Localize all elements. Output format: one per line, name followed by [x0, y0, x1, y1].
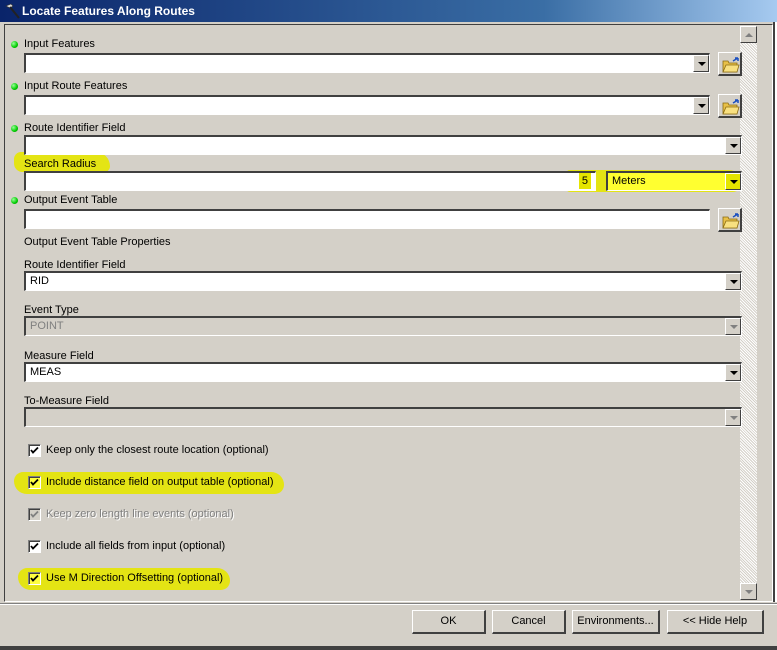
chevron-down-icon: [730, 371, 738, 375]
output-event-table-input[interactable]: [24, 209, 710, 229]
input-features-label: Input Features: [24, 38, 95, 50]
checkmark-icon: [30, 510, 39, 518]
search-radius-unit-dropdown-button[interactable]: [725, 173, 741, 190]
measure-field-combobox[interactable]: MEAS: [24, 362, 742, 382]
required-indicator: [11, 83, 18, 90]
window-title: Locate Features Along Routes: [22, 4, 195, 18]
hammer-icon: [5, 3, 20, 19]
search-radius-unit-select[interactable]: Meters: [606, 171, 742, 191]
checkbox[interactable]: [28, 508, 41, 521]
checkmark-icon: [30, 574, 39, 582]
measure-field-dropdown-button[interactable]: [725, 364, 741, 381]
hide-help-button[interactable]: << Hide Help: [667, 610, 764, 634]
event-type-dropdown-button[interactable]: [725, 318, 741, 335]
props-route-id-combobox[interactable]: RID: [24, 271, 742, 291]
title-bar: Locate Features Along Routes: [0, 0, 777, 22]
to-measure-field-combobox[interactable]: [24, 407, 742, 427]
chevron-down-icon: [698, 104, 706, 108]
open-folder-icon: [722, 213, 740, 229]
checkbox[interactable]: [28, 476, 41, 489]
event-type-value: POINT: [30, 320, 64, 332]
chevron-down-icon: [730, 416, 738, 420]
checkbox[interactable]: [28, 572, 41, 585]
option-label: Keep zero length line events (optional): [46, 508, 234, 520]
event-type-label: Event Type: [24, 304, 79, 316]
scroll-up-button[interactable]: [740, 26, 757, 43]
open-folder-icon: [722, 57, 740, 73]
option-label: Include distance field on output table (…: [46, 476, 274, 488]
checkbox[interactable]: [28, 540, 41, 553]
chevron-down-icon: [730, 325, 738, 329]
output-event-table-browse-button[interactable]: [718, 208, 742, 232]
chevron-down-icon: [730, 280, 738, 284]
route-identifier-field-label: Route Identifier Field: [24, 122, 126, 134]
environments-button[interactable]: Environments...: [572, 610, 660, 634]
search-radius-value: 5: [578, 173, 591, 189]
search-radius-label: Search Radius: [24, 158, 97, 170]
search-radius-unit-value: Meters: [612, 175, 646, 187]
cancel-button[interactable]: Cancel: [492, 610, 566, 634]
input-route-features-combobox[interactable]: [24, 95, 710, 115]
measure-field-value: MEAS: [30, 366, 62, 378]
checkmark-icon: [30, 478, 39, 486]
required-indicator: [11, 41, 18, 48]
search-radius-input[interactable]: 5: [24, 171, 596, 191]
output-event-table-label: Output Event Table: [24, 194, 118, 206]
window-bottom-border: [0, 646, 777, 650]
help-panel-edge: [773, 22, 777, 602]
option-label: Include all fields from input (optional): [46, 540, 226, 552]
input-features-browse-button[interactable]: [718, 52, 742, 76]
footer-separator: [0, 603, 777, 605]
checkmark-icon: [30, 542, 39, 550]
chevron-down-icon: [730, 180, 738, 184]
input-features-dropdown-button[interactable]: [693, 55, 709, 72]
input-route-features-browse-button[interactable]: [718, 94, 742, 118]
arrow-up-icon: [745, 33, 753, 37]
ok-button[interactable]: OK: [412, 610, 486, 634]
arrow-down-icon: [745, 590, 753, 594]
route-identifier-field-dropdown-button[interactable]: [725, 137, 741, 154]
option-label: Keep only the closest route location (op…: [46, 444, 269, 456]
input-route-features-dropdown-button[interactable]: [693, 97, 709, 114]
props-route-id-value: RID: [30, 275, 49, 287]
event-type-combobox[interactable]: POINT: [24, 316, 742, 336]
required-indicator: [11, 125, 18, 132]
measure-field-label: Measure Field: [24, 350, 94, 362]
input-features-combobox[interactable]: [24, 53, 710, 73]
chevron-down-icon: [730, 144, 738, 148]
required-indicator: [11, 197, 18, 204]
to-measure-field-label: To-Measure Field: [24, 395, 109, 407]
scroll-down-button[interactable]: [740, 583, 757, 600]
props-route-id-label: Route Identifier Field: [24, 259, 126, 271]
vertical-scrollbar[interactable]: [740, 26, 757, 600]
input-route-features-label: Input Route Features: [24, 80, 128, 92]
checkmark-icon: [30, 446, 39, 454]
chevron-down-icon: [698, 62, 706, 66]
to-measure-field-dropdown-button[interactable]: [725, 409, 741, 426]
open-folder-icon: [722, 99, 740, 115]
option-label: Use M Direction Offsetting (optional): [46, 572, 224, 584]
route-identifier-field-combobox[interactable]: [24, 135, 742, 155]
props-route-id-dropdown-button[interactable]: [725, 273, 741, 290]
output-props-heading: Output Event Table Properties: [24, 236, 171, 248]
checkbox[interactable]: [28, 444, 41, 457]
